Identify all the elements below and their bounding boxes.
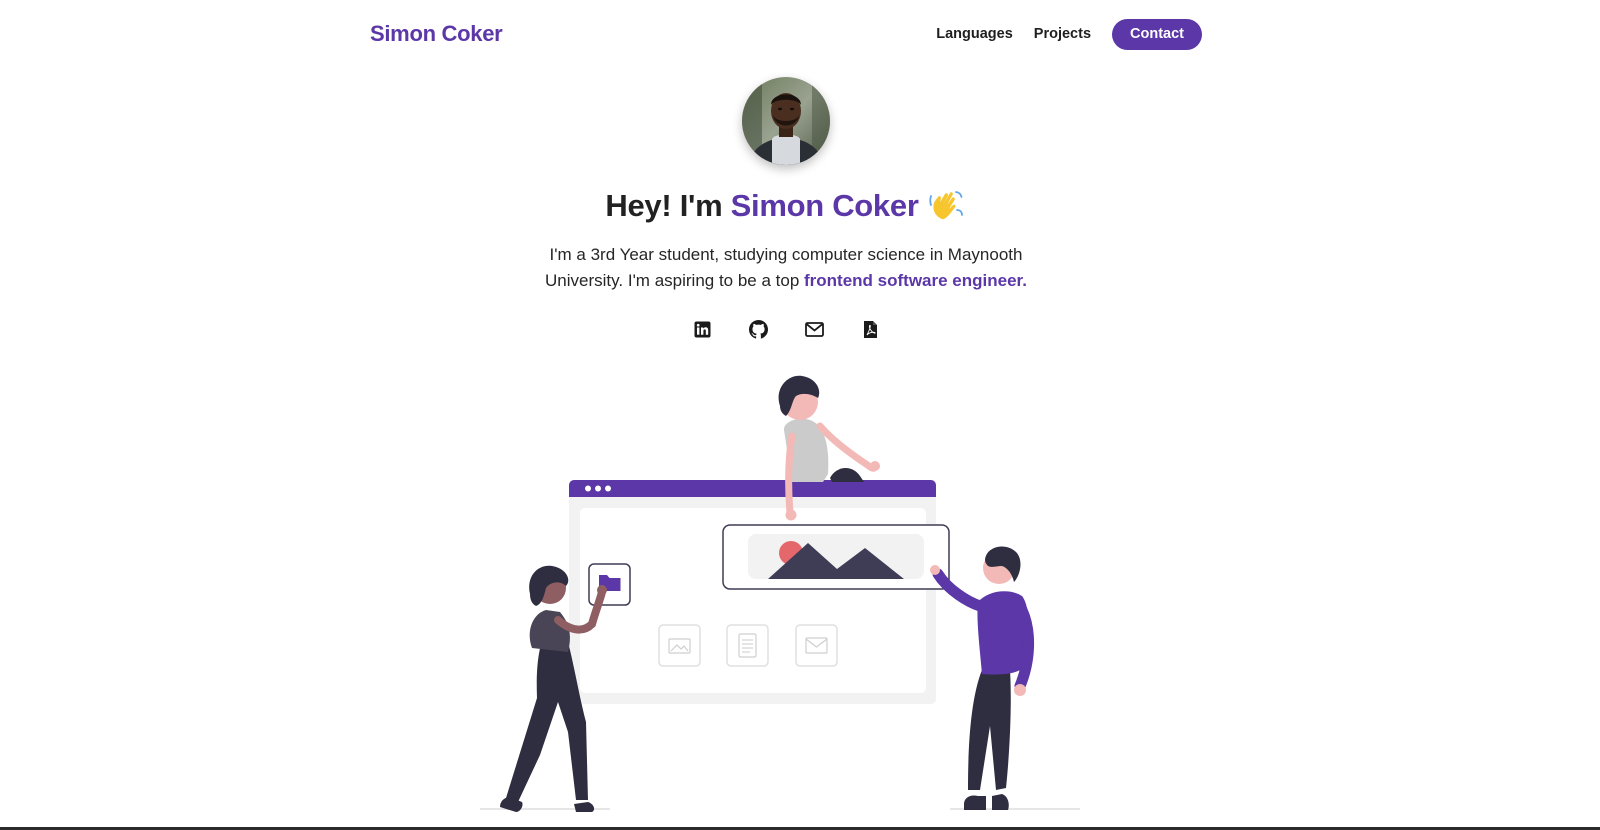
pdf-icon[interactable] (860, 319, 880, 339)
social-links (692, 318, 880, 340)
image-card-graphic (722, 524, 950, 590)
linkedin-icon[interactable] (692, 319, 712, 339)
contact-button[interactable]: Contact (1112, 18, 1202, 50)
navbar: Simon Coker Languages Projects Contact (370, 18, 1202, 50)
hero-headline: Hey! I'm Simon Coker (0, 188, 1570, 224)
avatar (742, 77, 830, 165)
nav-link-languages[interactable]: Languages (936, 26, 1013, 42)
avatar-photo (742, 77, 830, 165)
waving-hand-icon (928, 191, 963, 220)
intro-highlight: frontend software engineer. (804, 271, 1027, 290)
github-icon[interactable] (748, 319, 768, 339)
mail-icon[interactable] (804, 319, 824, 339)
hero-greeting: Hey! I'm (605, 188, 731, 223)
hero-illustration (480, 375, 1080, 812)
page: Simon Coker Languages Projects Contact H… (0, 0, 1600, 830)
hero-name: Simon Coker (730, 188, 919, 223)
folder-card-graphic (588, 563, 631, 606)
hero-intro: I'm a 3rd Year student, studying compute… (540, 242, 1032, 294)
nav-link-projects[interactable]: Projects (1034, 26, 1091, 42)
nav-links: Languages Projects Contact (936, 18, 1202, 50)
person-right-graphic (930, 546, 1035, 810)
brand-logo[interactable]: Simon Coker (370, 21, 503, 47)
